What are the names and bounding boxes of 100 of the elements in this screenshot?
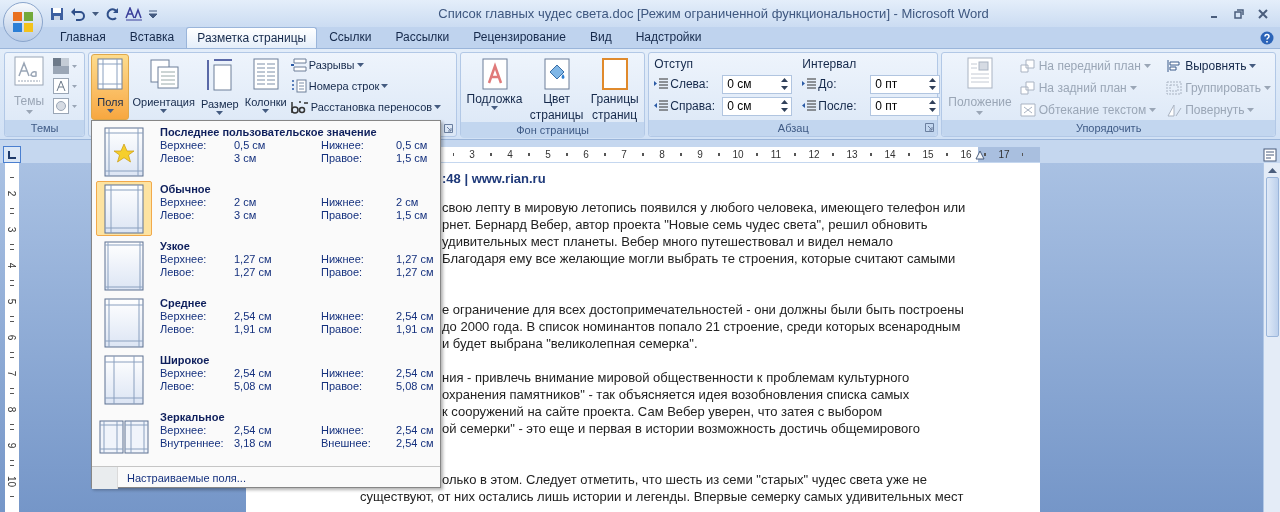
margin-preset[interactable]: Узкое Верхнее: 1,27 см Нижнее: 1,27 см Левое: 1,27 см Правое: 1,27 см xyxy=(92,238,440,295)
close-icon[interactable] xyxy=(1258,8,1268,19)
customize-toolbar-icon[interactable] xyxy=(149,9,157,18)
restore-icon[interactable] xyxy=(1234,8,1244,19)
margin-label: Нижнее: xyxy=(321,310,365,323)
line-spacing-icon xyxy=(802,78,817,90)
ribbon-small-button[interactable]: Разрывы xyxy=(290,56,442,74)
ruler-number: 15 xyxy=(922,148,934,162)
vertical-scrollbar[interactable] xyxy=(1263,163,1280,512)
ribbon-button[interactable]: Колонки xyxy=(241,54,290,120)
custom-margins-item[interactable]: Настраиваемые поля... xyxy=(118,467,246,489)
page-size-icon xyxy=(205,58,234,92)
help-icon[interactable] xyxy=(1260,31,1274,45)
dropdown-caret-icon xyxy=(262,109,270,113)
field-label: После: xyxy=(818,98,858,115)
ribbon-button[interactable]: Размер xyxy=(197,54,242,120)
menu-icon-column xyxy=(92,467,118,489)
page-margins-icon xyxy=(104,297,144,348)
margin-value: 1,5 см xyxy=(396,152,428,165)
ribbon-button[interactable]: Ориентация xyxy=(129,54,198,120)
margin-value: 2,54 см xyxy=(396,367,434,380)
margin-value: 1,91 см xyxy=(234,323,273,336)
ruler-number: 3 xyxy=(469,148,475,162)
ribbon-small-button[interactable]: Номера строк xyxy=(290,77,442,95)
spin-field[interactable]: 0 пт xyxy=(870,74,941,94)
document-text-line: рнет. Бернард Вебер, автор проекта "Новые семь чудес света", решил обновить xyxy=(442,216,929,233)
spin-field[interactable]: 0 пт xyxy=(870,96,941,116)
ribbon-tab[interactable]: Главная xyxy=(48,27,118,48)
undo-icon[interactable] xyxy=(70,6,86,21)
bring-forward-icon xyxy=(1019,59,1036,73)
office-button[interactable] xyxy=(3,2,43,42)
ribbon-tab[interactable]: Вставка xyxy=(117,27,187,48)
tab-stop-button[interactable] xyxy=(3,146,21,163)
margin-label: Правое: xyxy=(321,266,364,279)
dropdown-caret-icon xyxy=(1143,64,1151,68)
margin-label: Левое: xyxy=(160,209,196,222)
margin-value: 2,54 см xyxy=(234,310,273,323)
document-text-line: ния - привлечь внимание мировой общественности к проблемам культурного xyxy=(442,369,911,386)
margin-preset[interactable]: Среднее Верхнее: 2,54 см Нижнее: 2,54 см Левое: 1,91 см Правое: 1,91 см xyxy=(92,295,440,352)
margin-preset[interactable]: Широкое Верхнее: 2,54 см Нижнее: 2,54 см Левое: 5,08 см Правое: 5,08 см xyxy=(92,352,440,409)
spin-field[interactable]: 0 см xyxy=(722,96,793,116)
document-text-line: до 2000 года. В список номинантов попало 21 строение, среди которых всенародным xyxy=(442,318,962,335)
margin-value: 1,27 см xyxy=(396,266,434,279)
window-title: Список главных чудес света.doc [Режим ограниченной функциональности] - Microsoft Word xyxy=(437,4,990,23)
document-text-line: ой семерки" - это еще и первая в истории возможность достичь общемирового xyxy=(442,420,921,437)
theme-fonts-icon[interactable] xyxy=(53,78,77,94)
page-margins-icon xyxy=(104,354,144,405)
margin-label: Правое: xyxy=(321,209,364,222)
indent-icon xyxy=(654,78,669,90)
dropdown-caret-icon xyxy=(491,106,499,110)
dialog-launcher-icon[interactable] xyxy=(443,123,453,133)
theme-colors-icon[interactable] xyxy=(53,58,77,74)
margin-preset[interactable]: Обычное Верхнее: 2 см Нижнее: 2 см Левое: 3 см Правое: 1,5 см xyxy=(92,181,440,238)
spelling-check-icon[interactable] xyxy=(125,6,143,21)
ribbon-small-button[interactable]: Выровнять xyxy=(1166,57,1271,75)
ribbon-button[interactable]: Подложка xyxy=(466,58,523,122)
ribbon-tab[interactable]: Надстройки xyxy=(623,27,714,48)
margin-value: 1,91 см xyxy=(396,323,434,336)
dropdown-caret-icon xyxy=(216,111,224,115)
document-text-line: свою лепту в мировую летопись появился у любого человека, имеющего телефон или xyxy=(442,199,967,216)
margin-value: 2,54 см xyxy=(396,437,434,450)
document-text-line: Благодаря ему все желающие могли выбрать те строения, которые считают самыми xyxy=(442,250,957,267)
margin-preset[interactable]: Зеркальное Верхнее: 2,54 см Нижнее: 2,54 см Внутреннее: 3,18 см Внешнее: 2,54 см xyxy=(92,409,440,466)
margin-label: Правое: xyxy=(321,323,364,336)
ruler-number: 5 xyxy=(5,298,19,304)
left-tab-icon xyxy=(8,150,16,159)
themes-icon xyxy=(14,56,44,86)
ribbon-button[interactable]: Поля xyxy=(91,54,130,120)
ruler-number: 16 xyxy=(960,148,972,162)
dialog-launcher-icon[interactable] xyxy=(925,123,935,132)
ruler-number: 12 xyxy=(808,148,820,162)
margin-label: Верхнее: xyxy=(160,424,208,437)
ribbon-tab[interactable]: Вид xyxy=(577,27,624,48)
ribbon-button[interactable]: Границы страниц xyxy=(590,58,639,122)
dropdown-caret-icon xyxy=(25,110,33,114)
margin-value: 2,54 см xyxy=(396,424,434,437)
view-ruler-icon[interactable] xyxy=(1263,147,1277,162)
ruler-number: 7 xyxy=(621,148,627,162)
ribbon-button[interactable]: Цвет страницы xyxy=(529,58,584,122)
indent-marker-icon[interactable] xyxy=(975,150,985,160)
article-source-heading: :48 | www.rian.ru xyxy=(442,170,547,187)
spin-arrows-icon xyxy=(929,78,937,90)
ribbon-tab[interactable]: Рецензирование xyxy=(461,27,578,48)
margin-preset[interactable]: Последнее пользовательское значение Верхнее: 0,5 см Нижнее: 0,5 см Левое: 3 см Правое: 1,5 см xyxy=(92,124,440,181)
ribbon-tab[interactable]: Рассылки xyxy=(383,27,462,48)
page-break-icon xyxy=(290,58,307,72)
ribbon-small-button[interactable]: Расстановка переносов xyxy=(290,98,442,116)
group-icon xyxy=(1166,81,1183,95)
spin-field[interactable]: 0 см xyxy=(722,74,793,94)
page-border-icon xyxy=(601,58,628,90)
margin-label: Нижнее: xyxy=(321,139,365,152)
save-icon[interactable] xyxy=(50,6,64,21)
ribbon-tab[interactable]: Разметка страницы xyxy=(186,27,318,48)
margin-label: Верхнее: xyxy=(160,310,208,323)
scrollbar-thumb[interactable] xyxy=(1265,177,1279,337)
margin-label: Верхнее: xyxy=(160,139,208,152)
ribbon-tab[interactable]: Ссылки xyxy=(317,27,384,48)
dropdown-caret-icon xyxy=(1129,86,1137,90)
redo-icon[interactable] xyxy=(105,6,119,21)
scroll-up-icon[interactable] xyxy=(1267,167,1277,173)
